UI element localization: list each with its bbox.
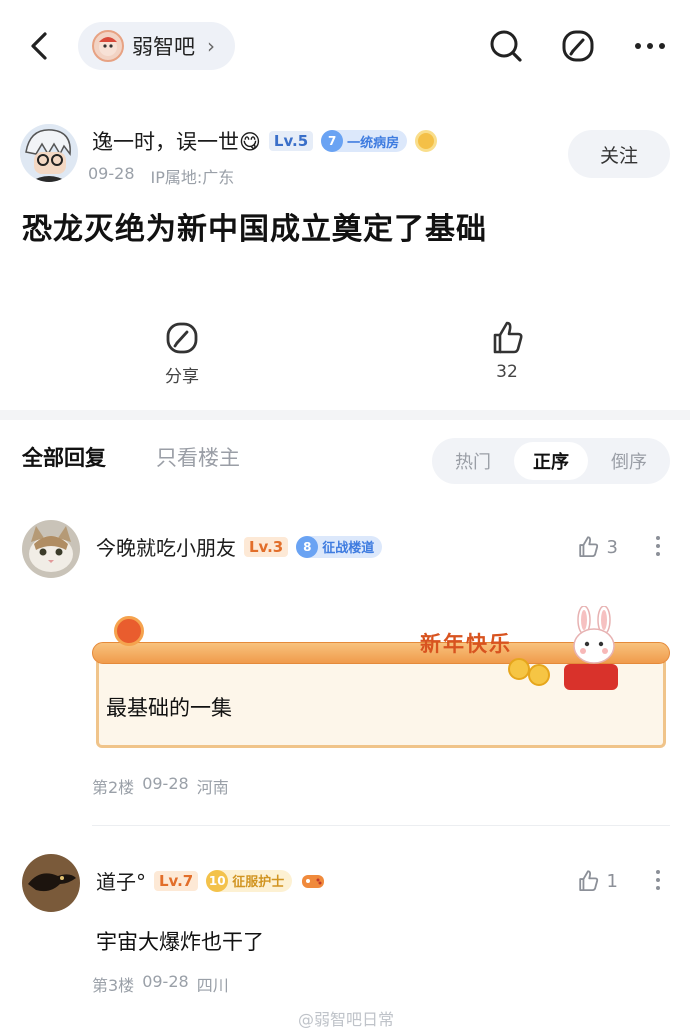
comment-floor: 第3楼 [92,976,135,995]
like-count: 32 [496,362,518,382]
commenter-level-badge: Lv.7 [154,870,199,891]
comment-like-button[interactable]: 3 [575,534,618,560]
forum-name: 弱智吧 [132,35,195,59]
commenter-name[interactable]: 今晚就吃小朋友 [96,532,236,561]
share-button[interactable]: 分享 [142,318,222,387]
comment-like-count: 3 [606,536,618,558]
forum-pill[interactable]: 弱智吧 › [78,22,235,70]
author-level-badge: Lv.5 [268,131,314,151]
search-icon [490,30,522,62]
thumbs-up-icon [578,536,598,558]
comment-location: 四川 [196,976,229,995]
more-button[interactable] [628,24,672,68]
rabbit-icon [573,606,615,664]
author-badge-title: 一统病房 [347,135,400,151]
thumbs-up-icon [493,321,523,354]
commenter-name-row: 今晚就吃小朋友 Lv.3 8 征战楼道 [96,532,383,561]
sort-switch: 热门 正序 倒序 [432,438,670,484]
chevron-right-icon: › [207,34,215,58]
commenter-level-badge: Lv.3 [244,536,289,557]
sort-hot[interactable]: 热门 [436,442,510,480]
follow-button[interactable]: 关注 [568,130,670,178]
share-label: 分享 [165,367,199,387]
forum-avatar [92,30,124,62]
commenter-name[interactable]: 道子° [96,866,146,895]
post-date: 09-28 [88,164,135,183]
gamepad-icon [302,874,325,888]
commenter-avatar[interactable] [22,854,80,912]
edit-icon [562,30,594,62]
post-actions: 分享 32 [0,318,690,388]
author-name-row: 逸一时，误一世😋 Lv.5 7 一统病房 [92,126,438,156]
commenter-badge-title: 征战楼道 [322,541,375,556]
coin-icon [528,664,550,686]
post-ip: IP属地:广东 [150,168,235,187]
comment-location: 河南 [196,778,229,797]
comment-like-button[interactable]: 1 [575,868,618,894]
commenter-badge-number: 8 [296,535,319,558]
watermark: @弱智吧日常 [298,1010,395,1029]
top-bar: 弱智吧 › [0,0,690,92]
card-greeting: 新年快乐 [420,631,512,656]
comment-floor: 第2楼 [92,778,135,797]
lantern-icon [114,616,144,646]
edit-button[interactable] [556,24,600,68]
comment-date: 09-28 [142,972,189,991]
tab-owner-only[interactable]: 只看楼主 [156,442,240,472]
thumbs-up-icon [578,870,598,892]
author-badge-number: 7 [321,130,344,152]
reply-tabs: 全部回复 只看楼主 热门 正序 倒序 [0,436,690,486]
search-button[interactable] [484,24,528,68]
author-title-badge: 7 一统病房 [321,130,408,152]
tab-all-replies[interactable]: 全部回复 [22,442,106,472]
sort-descending[interactable]: 倒序 [592,442,666,480]
back-icon [31,32,47,60]
comment-like-count: 1 [606,870,618,892]
top-actions [484,24,672,68]
coin-icon [508,658,530,680]
comment-more-button[interactable] [652,870,664,890]
comment-text: 宇宙大爆炸也干了 [96,930,264,954]
comment-meta: 第2楼 09-28 河南 [92,774,229,798]
comment-date: 09-28 [142,774,189,793]
sort-ascending[interactable]: 正序 [514,442,588,480]
comment-meta: 第3楼 09-28 四川 [92,972,229,996]
back-button[interactable] [20,26,60,66]
commenter-avatar[interactable] [22,520,80,578]
share-icon [166,322,198,354]
more-icon [635,43,665,49]
section-divider [0,410,690,420]
comment-more-button[interactable] [652,536,664,556]
comment-text: 最基础的一集 [106,696,232,720]
author-name[interactable]: 逸一时，误一世😋 [92,126,261,156]
author-meta: 09-28 IP属地:广东 [88,164,234,188]
commenter-name-row: 道子° Lv.7 10 征服护士 [96,866,326,895]
author-avatar[interactable] [20,124,78,182]
commenter-badge-number: 10 [206,869,229,892]
commenter-title-badge: 10 征服护士 [206,869,293,892]
post-page: 弱智吧 › 逸一时，误一世😋 Lv.5 7 一统病房 09-28 IP属地:广东… [0,0,690,1034]
new-year-comment-card: 新年快乐 最基础的一集 [92,606,670,752]
commenter-title-badge: 8 征战楼道 [296,535,383,558]
medal-icon [415,130,438,152]
post-title: 恐龙灭绝为新中国成立奠定了基础 [22,212,487,247]
comment-separator [92,825,670,826]
commenter-badge-title: 征服护士 [232,875,285,890]
post-author: 逸一时，误一世😋 Lv.5 7 一统病房 09-28 IP属地:广东 关注 [20,122,670,188]
like-button[interactable]: 32 [467,318,547,382]
